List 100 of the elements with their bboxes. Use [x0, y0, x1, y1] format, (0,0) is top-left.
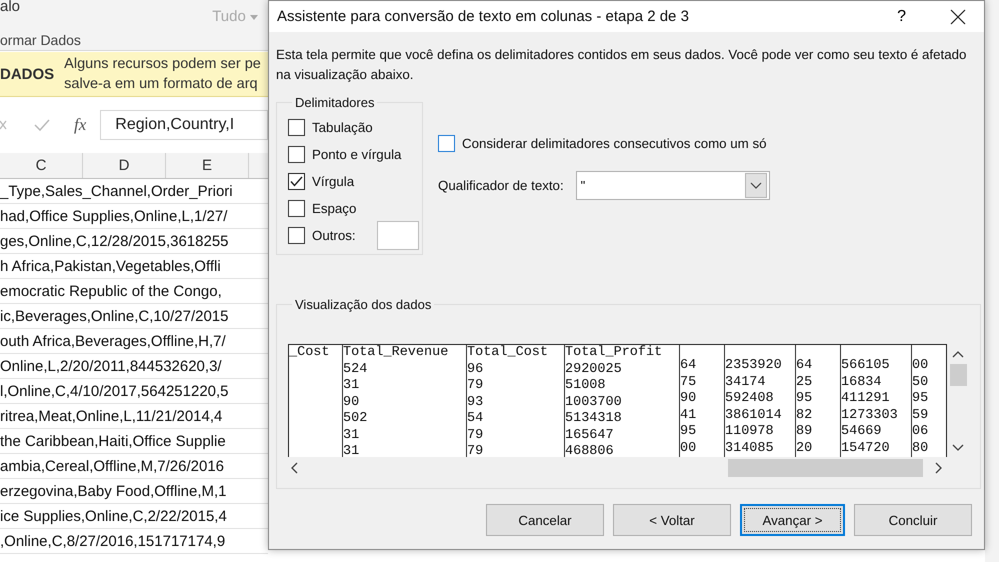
table-cell: emocratic Republic of the Congo, [0, 282, 222, 300]
preview-cell-text: 31 [343, 444, 360, 457]
checkbox[interactable] [288, 200, 305, 217]
scrollbar-thumb[interactable] [950, 364, 966, 386]
dialog-button[interactable]: Avançar > [740, 504, 845, 536]
preview-cell-text: 25 [796, 374, 814, 391]
description-text: Esta tela permite que você defina os delimitadores contidos em seus dados. Você pode ver como seu texto é afetado na visualização abaixo. [276, 46, 968, 84]
preview-cell-text: 1273303 [841, 408, 899, 424]
text-qualifier-dropdown[interactable]: " [576, 171, 770, 200]
preview-header: Total_Profit [565, 345, 664, 362]
scrollbar-thumb[interactable] [728, 459, 923, 477]
message-text: Alguns recursos podem ser pe [64, 55, 261, 74]
preview-cell-text: 34174 [725, 374, 767, 391]
checkbox-label[interactable]: Vírgula [312, 174, 354, 189]
preview-cell-text: 54669 [841, 424, 883, 440]
preview-cell-text: 502 [343, 411, 368, 428]
preview-cell-text: 79 [467, 444, 484, 457]
preview-cell-text: 411291 [841, 391, 891, 408]
preview-cell-text: 00 [912, 358, 930, 374]
check-icon[interactable] [34, 118, 50, 132]
preview-cell-text: 110978 [725, 424, 775, 440]
preview-cell-text: 41 [680, 408, 698, 424]
preview-cell-text: 468806 [565, 444, 615, 457]
preview-cell-text: 79 [467, 428, 484, 444]
checkbox-label[interactable]: Espaço [312, 201, 356, 216]
group-title: Visualização dos dados [294, 297, 432, 312]
checkbox[interactable] [288, 146, 305, 163]
preview-cell-text: 95 [680, 424, 698, 440]
preview-cell-text: 82 [796, 408, 814, 424]
help-button[interactable]: ? [897, 8, 906, 26]
preview-cell-text: 00 [680, 440, 698, 457]
message-text: salve-a em um formato de arq [64, 75, 259, 94]
ribbon-command[interactable]: alo [0, 0, 20, 15]
preview-cell-text: 31 [343, 428, 360, 444]
window-title: Assistente para conversão de texto em colunas - etapa 2 de 3 [277, 8, 690, 25]
checkbox-label[interactable]: Outros: [312, 228, 356, 243]
preview-cell-text: 89 [796, 424, 814, 440]
preview-cell-text: 2353920 [725, 358, 783, 374]
other-delimiter-field[interactable] [376, 221, 419, 250]
field-label: Qualificador de texto: [438, 178, 564, 193]
chevron-up-icon[interactable] [952, 350, 964, 358]
preview-cell-text: 95 [912, 391, 930, 408]
column-header[interactable]: E [166, 153, 249, 178]
chevron-right-icon[interactable] [935, 462, 943, 474]
preview-cell-text: 59 [912, 408, 930, 424]
preview-cell-text: 90 [343, 394, 360, 411]
checkbox-label[interactable]: Considerar delimitadores consecutivos como um só [462, 136, 766, 151]
preview-cell-text: 16834 [841, 374, 883, 391]
table-cell: had,Office Supplies,Online,L,1/27/ [0, 208, 228, 224]
preview-header: Total_Cost [467, 345, 550, 362]
preview-cell-text: 566105 [841, 358, 891, 374]
preview-cell-text: 64 [680, 358, 698, 374]
preview-cell-text: 20 [796, 440, 814, 457]
table-cell: _Type,Sales_Channel,Order_Priori [0, 182, 233, 200]
preview-cell-text: 50 [912, 374, 930, 391]
preview-cell-text: 54 [467, 411, 484, 428]
table-cell: Online,L,2/20/2011,844532620,3/ [0, 358, 222, 374]
table-cell: erzegovina,Baby Food,Offline,M,1 [0, 482, 227, 500]
dialog-button[interactable]: Cancelar [486, 504, 604, 536]
table-cell: ambia,Cereal,Offline,M,7/26/2016 [0, 458, 224, 474]
table-cell: l,Online,C,4/10/2017,564251220,5 [0, 382, 229, 400]
formula-field[interactable]: Region,Country,I [100, 110, 268, 140]
column-header[interactable]: D [83, 153, 166, 178]
dialog-button[interactable]: Concluir [854, 504, 972, 536]
column-header[interactable]: C [0, 153, 83, 178]
preview-cell-text: 06 [912, 424, 930, 440]
preview-cell-text: 79 [467, 378, 484, 394]
table-cell: ritrea,Meat,Online,L,11/21/2014,4 [0, 408, 222, 424]
table-cell: h Africa,Pakistan,Vegetables,Offli [0, 258, 221, 274]
preview-cell-text: 93 [467, 394, 484, 411]
close-icon[interactable] [950, 8, 966, 24]
caret-icon [250, 14, 258, 20]
message-title: DADOS [0, 66, 54, 82]
chevron-down-icon [750, 182, 762, 190]
preview-cell-text: 524 [343, 362, 368, 378]
checkbox[interactable] [438, 135, 455, 152]
ribbon-group-label: ormar Dados [0, 32, 82, 48]
preview-cell-text: 80 [912, 440, 930, 457]
preview-cell-text: 51008 [565, 378, 607, 394]
dialog-button[interactable]: < Voltar [613, 504, 731, 536]
group-title: Delimitadores [294, 95, 376, 110]
chevron-left-icon[interactable] [290, 462, 298, 474]
checkbox[interactable] [288, 119, 305, 136]
insert-function-button[interactable]: fx [74, 115, 86, 135]
checkbox-label[interactable]: Tabulação [312, 120, 373, 135]
preview-cell-text: 154720 [841, 440, 891, 457]
checkbox[interactable] [288, 173, 305, 190]
preview-cell-text: 592408 [725, 391, 775, 408]
preview-header: _Cost [289, 345, 331, 362]
preview-cell-text: 64 [796, 358, 814, 374]
preview-cell-text: 3861014 [725, 408, 783, 424]
chevron-down-icon[interactable] [952, 444, 964, 452]
preview-cell-text: 165647 [565, 428, 615, 444]
checkbox[interactable] [288, 227, 305, 244]
preview-cell-text: 314085 [725, 440, 775, 457]
preview-cell-text: 5134318 [565, 411, 623, 428]
table-cell: outh Africa,Beverages,Offline,H,7/ [0, 332, 226, 350]
preview-header: Total_Revenue [343, 345, 450, 362]
checkbox-label[interactable]: Ponto e vírgula [312, 147, 402, 162]
preview-cell-text: 31 [343, 378, 360, 394]
